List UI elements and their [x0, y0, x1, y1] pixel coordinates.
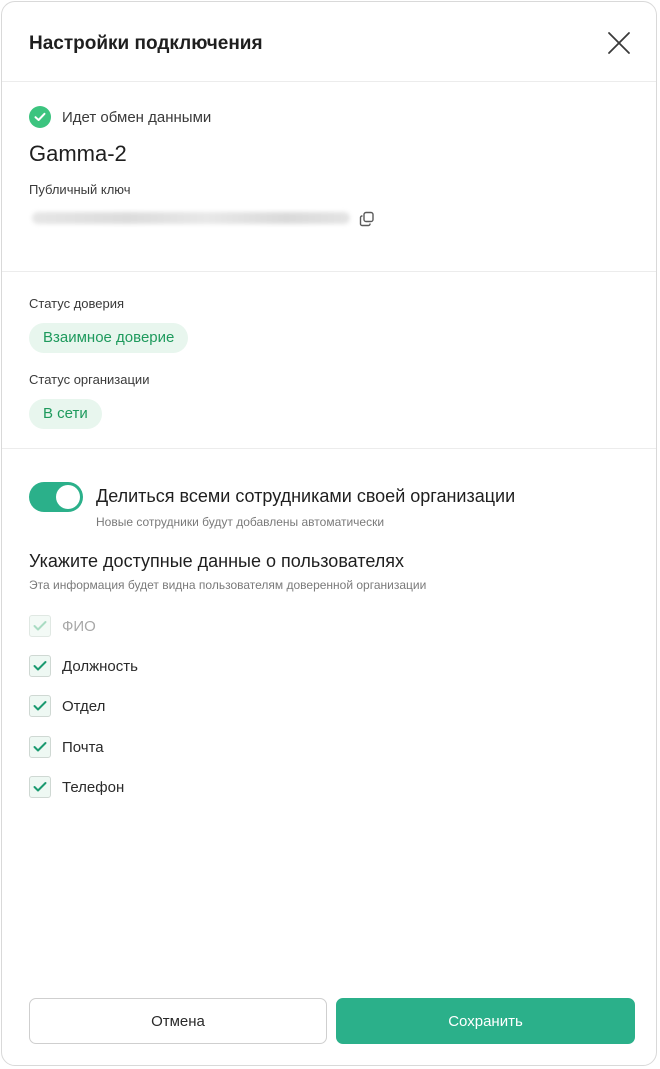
check-icon	[29, 736, 51, 758]
check-icon	[29, 695, 51, 717]
checkbox-label: ФИО	[62, 617, 96, 635]
exchange-status: Идет обмен данными	[29, 106, 211, 128]
public-key-label: Публичный ключ	[29, 182, 131, 197]
save-button[interactable]: Сохранить	[336, 998, 635, 1044]
org-status-label: Статус организации	[29, 372, 150, 387]
check-icon	[29, 615, 51, 637]
check-icon	[29, 655, 51, 677]
check-icon	[29, 776, 51, 798]
connection-info-section: Идет обмен данными Gamma-2 Публичный клю…	[2, 82, 656, 272]
share-all-employees-subtitle: Новые сотрудники будут добавлены автомат…	[96, 515, 385, 529]
check-circle-icon	[29, 106, 51, 128]
close-icon[interactable]	[606, 30, 632, 56]
organization-name: Gamma-2	[29, 141, 127, 166]
toggle-knob	[56, 485, 80, 509]
public-key-value-blurred	[32, 210, 352, 226]
checkbox-position[interactable]: Должность	[29, 655, 138, 677]
exchange-status-text: Идет обмен данными	[62, 108, 212, 126]
trust-status-badge: Взаимное доверие	[29, 323, 189, 353]
checkbox-label: Почта	[62, 738, 104, 756]
checkbox-label: Отдел	[62, 697, 106, 715]
status-section: Статус доверия Взаимное доверие Статус о…	[2, 272, 656, 449]
dialog-title: Настройки подключения	[29, 33, 263, 54]
share-all-employees-title: Делиться всеми сотрудниками своей органи…	[96, 486, 516, 506]
connection-settings-dialog: Настройки подключения Идет обмен данными…	[1, 1, 657, 1066]
checkbox-label: Телефон	[62, 778, 125, 796]
user-data-subtitle: Эта информация будет видна пользователям…	[29, 578, 427, 592]
checkbox-full-name: ФИО	[29, 615, 96, 637]
checkbox-email[interactable]: Почта	[29, 736, 104, 758]
org-status-badge: В сети	[29, 399, 102, 429]
checkbox-label: Должность	[62, 657, 138, 675]
share-all-employees-toggle[interactable]	[29, 482, 83, 512]
checkbox-department[interactable]: Отдел	[29, 695, 105, 717]
trust-status-label: Статус доверия	[29, 296, 125, 311]
dialog-header: Настройки подключения	[2, 2, 656, 82]
user-data-title: Укажите доступные данные о пользователях	[29, 551, 404, 571]
sharing-section: Делиться всеми сотрудниками своей органи…	[2, 449, 656, 829]
cancel-button[interactable]: Отмена	[29, 998, 327, 1044]
checkbox-phone[interactable]: Телефон	[29, 776, 124, 798]
copy-icon[interactable]	[359, 211, 375, 227]
